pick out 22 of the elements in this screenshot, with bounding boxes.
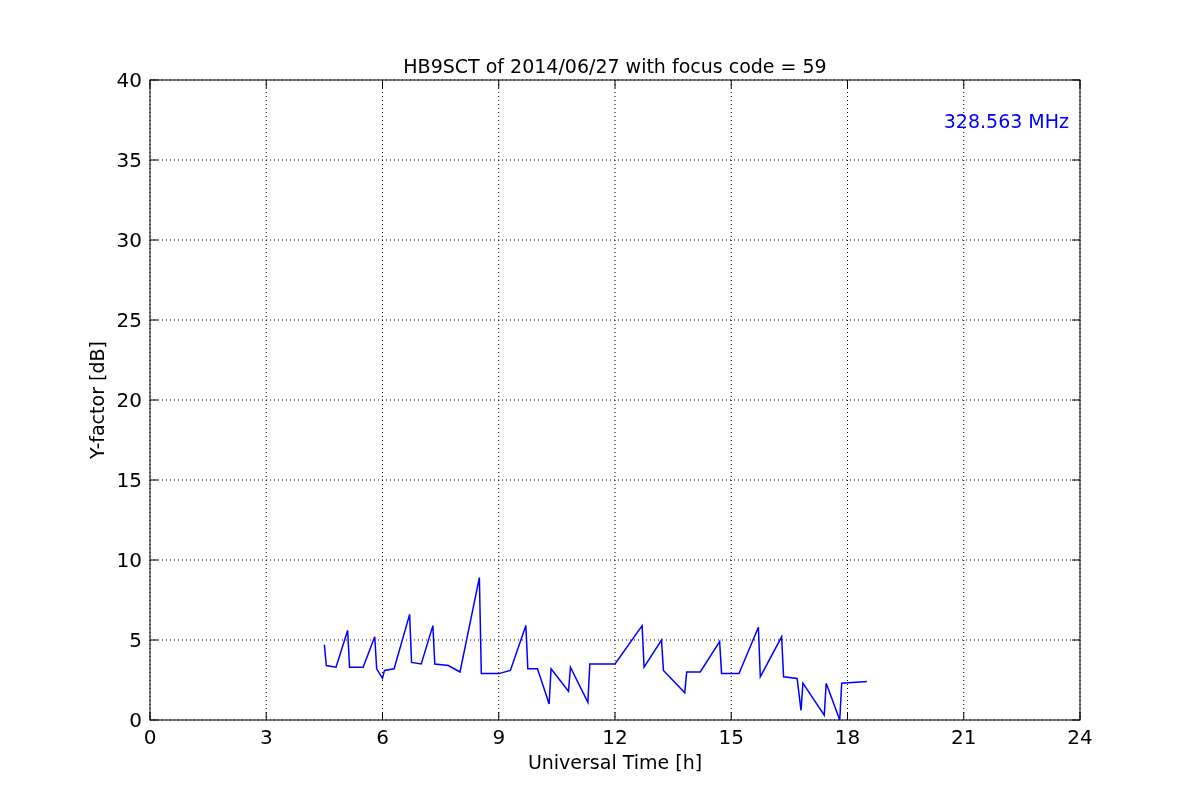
frequency-annotation: 328.563 MHz	[943, 110, 1069, 132]
tick-label: 24	[1067, 725, 1093, 749]
tick-label: 21	[951, 725, 977, 749]
tick-label: 18	[834, 725, 861, 749]
tick-label: 0	[129, 708, 142, 732]
tick-label: 15	[718, 725, 744, 749]
tick-label: 15	[116, 468, 142, 492]
tick-label: 0	[143, 725, 157, 749]
tick-label: 9	[492, 725, 506, 749]
tick-label: 20	[116, 388, 142, 412]
tick-label: 30	[116, 228, 142, 252]
tick-label: 40	[116, 68, 142, 92]
axis-label: Universal Time [h]	[527, 751, 703, 773]
tick-label: 5	[129, 628, 142, 652]
tick-label: 12	[602, 725, 628, 749]
tick-label: 6	[376, 725, 389, 749]
tick-label: 3	[259, 725, 273, 749]
tick-label: 10	[116, 548, 142, 572]
chart-title: HB9SCT of 2014/06/27 with focus code = 59	[403, 55, 827, 77]
tick-label: 25	[116, 308, 142, 332]
axis-label: Y-factor [dB]	[86, 341, 108, 459]
tick-label: 35	[116, 148, 142, 172]
